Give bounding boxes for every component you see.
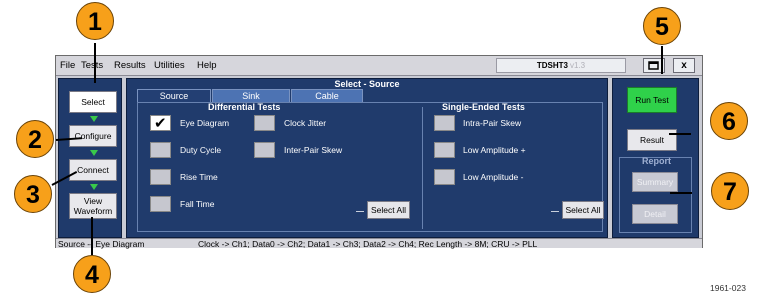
dash-mark xyxy=(356,211,364,212)
leader-line xyxy=(91,217,93,255)
duty-cycle-checkbox[interactable] xyxy=(150,142,171,158)
summary-button[interactable]: Summary xyxy=(632,172,678,192)
intra-pair-skew-checkbox[interactable] xyxy=(434,115,455,131)
low-amplitude-minus-checkbox[interactable] xyxy=(434,169,455,185)
eye-diagram-label: Eye Diagram xyxy=(180,118,230,128)
status-selected-test: Source -- Eye Diagram xyxy=(58,239,145,249)
status-channel-config: Clock -> Ch1; Data0 -> Ch2; Data1 -> Ch3… xyxy=(198,239,538,249)
fall-time-label: Fall Time xyxy=(180,199,215,209)
view-waveform-step-button[interactable]: View Waveform xyxy=(69,193,117,219)
test-selection-panel: Select - Source Source Sink Cable Differ… xyxy=(126,78,608,238)
callout-badge: 7 xyxy=(711,172,749,210)
panel-title: Select - Source xyxy=(334,79,400,89)
app-version: v1.3 xyxy=(570,61,586,70)
step-arrow-icon xyxy=(90,116,98,122)
callout-badge: 2 xyxy=(16,120,54,158)
rise-time-checkbox[interactable] xyxy=(150,169,171,185)
differential-select-all-button[interactable]: Select All xyxy=(367,201,410,219)
fall-time-checkbox[interactable] xyxy=(150,196,171,212)
group-separator xyxy=(422,107,423,229)
single-ended-select-all-button[interactable]: Select All xyxy=(562,201,604,219)
menu-help[interactable]: Help xyxy=(197,60,217,71)
run-test-button[interactable]: Run Test xyxy=(627,87,677,113)
window-restore-icon xyxy=(648,61,659,70)
figure-id: 1961-023 xyxy=(710,283,746,293)
inter-pair-skew-checkbox[interactable] xyxy=(254,142,275,158)
callout-badge: 5 xyxy=(643,7,681,45)
intra-pair-skew-label: Intra-Pair Skew xyxy=(463,118,522,128)
rise-time-label: Rise Time xyxy=(180,172,218,182)
menu-results[interactable]: Results xyxy=(114,60,146,71)
duty-cycle-label: Duty Cycle xyxy=(180,145,222,155)
menu-utilities[interactable]: Utilities xyxy=(154,60,185,71)
detail-button[interactable]: Detail xyxy=(632,204,678,224)
low-amplitude-plus-label: Low Amplitude + xyxy=(463,145,526,155)
low-amplitude-plus-checkbox[interactable] xyxy=(434,142,455,158)
leader-line xyxy=(661,46,663,74)
report-title: Report xyxy=(642,156,671,166)
step-panel: Select Configure Connect View Waveform xyxy=(58,78,122,238)
callout-badge: 1 xyxy=(76,2,114,40)
leader-line xyxy=(94,43,96,83)
menu-file[interactable]: File xyxy=(60,60,75,71)
leader-line xyxy=(669,133,691,135)
dash-mark xyxy=(551,211,559,212)
check-mark-icon: ✔ xyxy=(154,115,167,132)
step-arrow-icon xyxy=(90,184,98,190)
tab-source[interactable]: Source xyxy=(137,89,211,102)
tab-sink[interactable]: Sink xyxy=(212,89,290,102)
clock-jitter-checkbox[interactable] xyxy=(254,115,275,131)
callout-badge: 4 xyxy=(73,255,111,293)
single-ended-tests-title: Single-Ended Tests xyxy=(442,102,525,112)
low-amplitude-minus-label: Low Amplitude - xyxy=(463,172,524,182)
inter-pair-skew-label: Inter-Pair Skew xyxy=(284,145,343,155)
report-group: Report Summary Detail xyxy=(619,156,692,233)
configure-step-button[interactable]: Configure xyxy=(69,125,117,147)
menu-tests[interactable]: Tests xyxy=(81,60,103,71)
menu-bar: File Tests Results Utilities Help TDSHT3… xyxy=(56,56,702,76)
differential-tests-title: Differential Tests xyxy=(208,102,281,112)
step-arrow-icon xyxy=(90,150,98,156)
close-button[interactable]: x xyxy=(673,58,695,73)
callout-badge: 3 xyxy=(14,175,52,213)
tab-cable[interactable]: Cable xyxy=(291,89,363,102)
leader-line xyxy=(670,192,692,194)
action-panel: Run Test Result Report Summary Detail xyxy=(612,78,699,238)
eye-diagram-checkbox[interactable]: ✔ xyxy=(150,115,171,132)
clock-jitter-label: Clock Jitter xyxy=(284,118,327,128)
select-step-button[interactable]: Select xyxy=(69,91,117,113)
app-name: TDSHT3 xyxy=(536,61,568,70)
callout-badge: 6 xyxy=(710,102,748,140)
status-bar: Source -- Eye Diagram Clock -> Ch1; Data… xyxy=(56,238,702,249)
app-name-label: TDSHT3 v1.3 xyxy=(496,58,626,73)
app-window: File Tests Results Utilities Help TDSHT3… xyxy=(55,55,703,249)
tab-content: Differential Tests ✔ Eye Diagram Duty Cy… xyxy=(137,102,604,232)
